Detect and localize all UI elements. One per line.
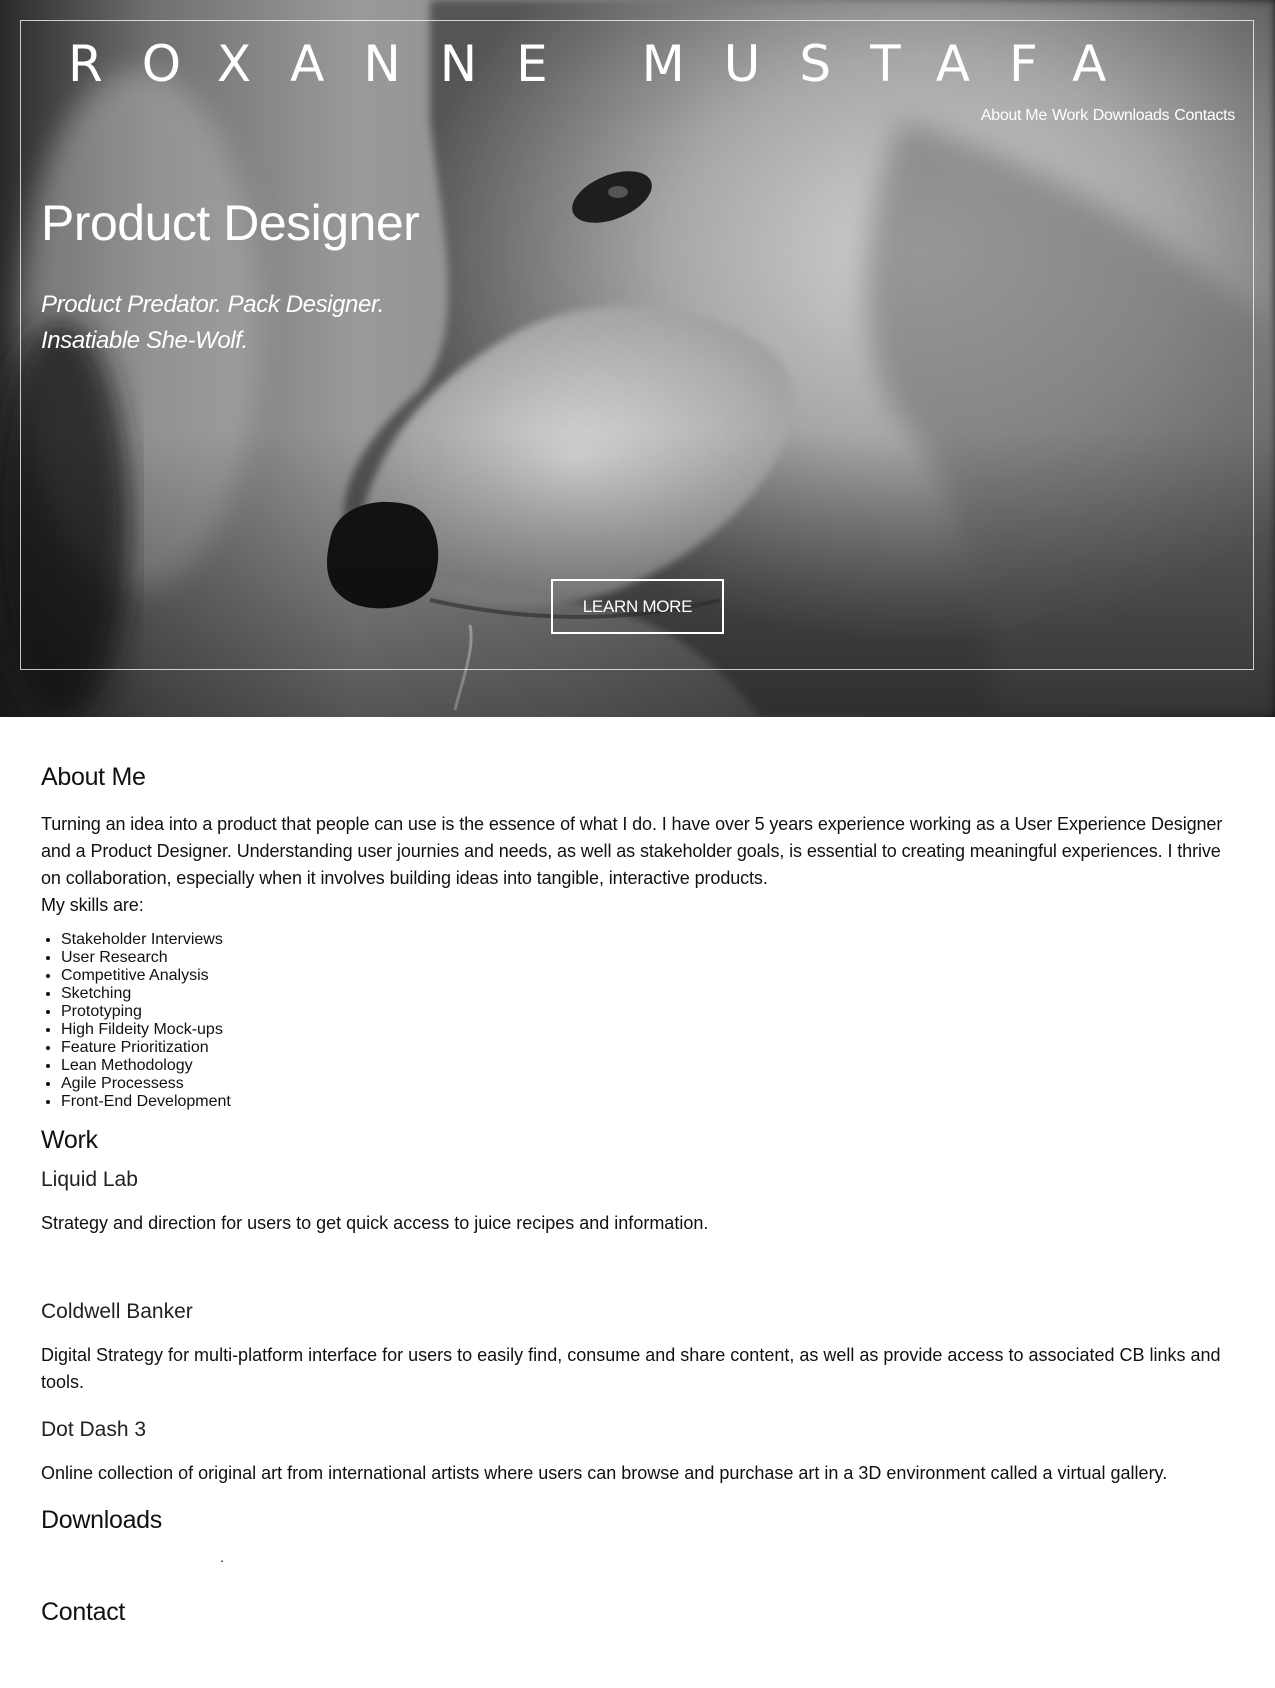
skill-item: Sketching bbox=[61, 985, 1236, 1003]
skill-item: High Fildeity Mock-ups bbox=[61, 1021, 1236, 1039]
skill-item: Front-End Development bbox=[61, 1093, 1236, 1111]
project-description: Strategy and direction for users to get … bbox=[41, 1213, 709, 1233]
contact-heading: Contact bbox=[41, 1598, 126, 1626]
hero-tagline: Product Predator. Pack Designer. Insatia… bbox=[41, 287, 384, 359]
project-dot-dash-3: Dot Dash 3 Online collection of original… bbox=[41, 1417, 1236, 1487]
skill-item: Prototyping bbox=[61, 1003, 1236, 1021]
downloads-heading: Downloads bbox=[41, 1506, 162, 1534]
skill-item: Competitive Analysis bbox=[61, 967, 1236, 985]
about-section: About Me Turning an idea into a product … bbox=[41, 762, 1236, 1111]
hero-tagline-line-1: Product Predator. Pack Designer. bbox=[41, 291, 384, 318]
nav-item-about-me[interactable]: About Me bbox=[981, 107, 1047, 125]
skill-item: Stakeholder Interviews bbox=[61, 931, 1236, 949]
hero-tagline-line-2: Insatiable She-Wolf. bbox=[41, 327, 248, 354]
learn-more-button[interactable]: LEARN MORE bbox=[551, 579, 724, 634]
project-coldwell-banker: Coldwell Banker Digital Strategy for mul… bbox=[41, 1299, 1236, 1396]
project-liquid-lab: Liquid Lab Strategy and direction for us… bbox=[41, 1167, 1236, 1237]
nav-item-work[interactable]: Work bbox=[1052, 107, 1088, 125]
project-title: Coldwell Banker bbox=[41, 1300, 193, 1323]
hero-banner: ROXANNE MUSTAFA About Me Work Downloads … bbox=[0, 0, 1275, 717]
project-title: Liquid Lab bbox=[41, 1168, 138, 1191]
site-title[interactable]: ROXANNE MUSTAFA bbox=[68, 34, 1145, 94]
skills-list: Stakeholder Interviews User Research Com… bbox=[41, 931, 1236, 1111]
work-section: Work Liquid Lab Strategy and direction f… bbox=[41, 1125, 1236, 1487]
about-heading: About Me bbox=[41, 763, 146, 791]
skill-item: Agile Processess bbox=[61, 1075, 1236, 1093]
downloads-section: Downloads . bbox=[41, 1505, 1236, 1595]
skill-item: User Research bbox=[61, 949, 1236, 967]
skill-item: Lean Methodology bbox=[61, 1057, 1236, 1075]
nav-item-contacts[interactable]: Contacts bbox=[1174, 107, 1235, 125]
project-description: Digital Strategy for multi-platform inte… bbox=[41, 1345, 1221, 1392]
work-heading: Work bbox=[41, 1126, 98, 1154]
skills-intro: My skills are: bbox=[41, 895, 144, 915]
skill-item: Feature Prioritization bbox=[61, 1039, 1236, 1057]
downloads-link-placeholder[interactable]: . bbox=[220, 1549, 224, 1565]
about-paragraph: Turning an idea into a product that peop… bbox=[41, 814, 1223, 888]
main-nav: About Me Work Downloads Contacts bbox=[981, 107, 1235, 125]
nav-item-downloads[interactable]: Downloads bbox=[1093, 107, 1170, 125]
project-description: Online collection of original art from i… bbox=[41, 1463, 1168, 1483]
hero-heading: Product Designer bbox=[41, 195, 420, 251]
project-title: Dot Dash 3 bbox=[41, 1418, 147, 1441]
contact-section: Contact bbox=[41, 1597, 1236, 1627]
main-content: About Me Turning an idea into a product … bbox=[41, 762, 1236, 1627]
